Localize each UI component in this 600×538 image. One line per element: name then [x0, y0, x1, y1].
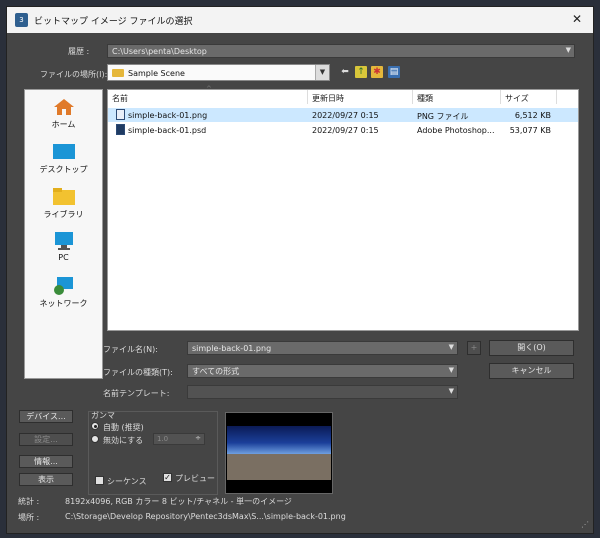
preview-sky — [227, 426, 331, 454]
template-label: 名前テンプレート: — [103, 389, 170, 398]
place-library-label: ライブラリ — [43, 210, 84, 219]
back-arrow-icon[interactable]: ⬅ — [339, 66, 351, 78]
preview-checkbox[interactable]: ✓ — [163, 473, 172, 482]
filename-label: ファイル名(N): — [103, 345, 158, 354]
gamma-group: ガンマ 自動 (推奨) 無効にする 1.0 ÷ シーケンス ✓ プレビュー — [88, 411, 218, 495]
png-file-icon — [116, 109, 125, 120]
filename-value: simple-back-01.png — [192, 344, 272, 353]
settings-button[interactable]: 設定... — [19, 433, 73, 446]
file-dialog: 3 ビットマップ イメージ ファイルの選択 ✕ 履歴 : C:\Users\pe… — [6, 6, 594, 534]
location-value: C:\Storage\Develop Repository\Pentec3dsM… — [65, 512, 346, 521]
column-header-type[interactable]: 種類 — [413, 90, 501, 104]
title-bar: 3 ビットマップ イメージ ファイルの選択 ✕ — [7, 7, 593, 33]
sequence-label: シーケンス — [107, 477, 147, 486]
place-network-label: ネットワーク — [39, 299, 88, 308]
lookin-label: ファイルの場所(I): — [40, 70, 108, 79]
column-header-modified[interactable]: 更新日時 — [308, 90, 413, 104]
file-list: 名前 ^ 更新日時 種類 サイズ simple-back-01.png 2022… — [107, 85, 579, 331]
chevron-down-icon: ▼ — [448, 366, 454, 374]
places-bar: ホーム デスクトップ ライブラリ PC ネットワーク — [24, 89, 103, 379]
history-label: 履歴 : — [68, 47, 90, 56]
filetype-combo[interactable]: すべての形式 ▼ — [187, 364, 458, 378]
file-modified: 2022/09/27 0:15 — [312, 126, 379, 135]
file-size: 6,512 KB — [514, 111, 551, 120]
close-icon[interactable]: ✕ — [569, 11, 585, 27]
library-icon — [52, 188, 75, 206]
place-home[interactable]: ホーム — [25, 98, 102, 130]
sort-up-icon: ^ — [206, 85, 212, 93]
place-network[interactable]: ネットワーク — [25, 277, 102, 309]
lookin-value: Sample Scene — [128, 69, 185, 78]
pc-icon — [53, 232, 75, 250]
info-button[interactable]: 情報... — [19, 455, 73, 468]
file-row[interactable]: simple-back-01.psd 2022/09/27 0:15 Adobe… — [108, 123, 578, 137]
chevron-down-icon[interactable]: ▼ — [315, 65, 329, 80]
gamma-title: ガンマ — [91, 411, 115, 420]
filetype-value: すべての形式 — [192, 367, 240, 376]
folder-icon — [112, 69, 124, 77]
stats-label: 統計 : — [18, 497, 40, 506]
place-home-label: ホーム — [51, 120, 76, 129]
new-folder-icon[interactable]: ✱ — [371, 66, 383, 78]
window-title: ビットマップ イメージ ファイルの選択 — [34, 17, 193, 27]
gamma-auto-label: 自動 (推奨) — [103, 423, 144, 432]
app-icon: 3 — [15, 13, 28, 27]
lookin-combo[interactable]: Sample Scene ▼ — [107, 64, 330, 81]
home-icon — [53, 98, 75, 116]
gamma-override-stepper[interactable]: 1.0 ÷ — [153, 433, 205, 445]
place-pc[interactable]: PC — [25, 232, 102, 262]
preview-ground — [227, 454, 331, 480]
file-name: simple-back-01.png — [128, 111, 208, 120]
place-desktop[interactable]: デスクトップ — [25, 143, 102, 175]
file-name: simple-back-01.psd — [128, 126, 207, 135]
file-type: PNG ファイル — [417, 112, 469, 121]
column-header-size[interactable]: サイズ — [501, 90, 557, 104]
filename-input[interactable]: simple-back-01.png ▼ — [187, 341, 458, 355]
file-row[interactable]: simple-back-01.png 2022/09/27 0:15 PNG フ… — [108, 108, 578, 122]
view-button[interactable]: 表示 — [19, 473, 73, 486]
desktop-icon — [52, 143, 75, 161]
cancel-button[interactable]: キャンセル — [489, 363, 574, 379]
network-icon — [53, 277, 75, 295]
gamma-override-radio[interactable] — [91, 435, 99, 443]
add-filename-button[interactable]: + — [467, 341, 481, 355]
chevron-down-icon: ▼ — [448, 343, 454, 351]
sequence-checkbox[interactable] — [95, 476, 104, 485]
history-combo[interactable]: C:\Users\penta\Desktop ▼ — [107, 44, 575, 58]
chevron-down-icon: ▼ — [565, 46, 571, 54]
psd-file-icon — [116, 124, 125, 135]
up-folder-icon[interactable]: ↑ — [355, 66, 367, 78]
devices-button[interactable]: デバイス... — [19, 410, 73, 423]
file-modified: 2022/09/27 0:15 — [312, 111, 379, 120]
open-button[interactable]: 開く(O) — [489, 340, 574, 356]
place-desktop-label: デスクトップ — [39, 165, 88, 174]
file-size: 53,077 KB — [509, 126, 551, 135]
template-combo[interactable]: ▼ — [187, 385, 458, 399]
filetype-label: ファイルの種類(T): — [103, 368, 173, 377]
column-header-name[interactable]: 名前 ^ — [108, 85, 308, 104]
image-preview — [225, 412, 333, 494]
resize-grip-icon[interactable]: ⋰ — [581, 520, 589, 529]
gamma-override-value: 1.0 — [157, 435, 169, 443]
place-pc-label: PC — [58, 253, 69, 262]
place-library[interactable]: ライブラリ — [25, 188, 102, 220]
view-menu-icon[interactable]: ▤ — [388, 66, 400, 78]
preview-label: プレビュー — [175, 474, 215, 483]
stats-value: 8192x4096, RGB カラー 8 ビット/チャネル - 単一のイメージ — [65, 497, 292, 506]
file-type: Adobe Photoshop... — [417, 126, 495, 135]
chevron-down-icon: ▼ — [448, 387, 454, 395]
spinner-icon: ÷ — [195, 434, 201, 442]
history-value: C:\Users\penta\Desktop — [112, 47, 207, 56]
gamma-auto-radio[interactable] — [91, 422, 99, 430]
gamma-override-label: 無効にする — [103, 436, 144, 445]
location-label: 場所 : — [18, 513, 40, 522]
